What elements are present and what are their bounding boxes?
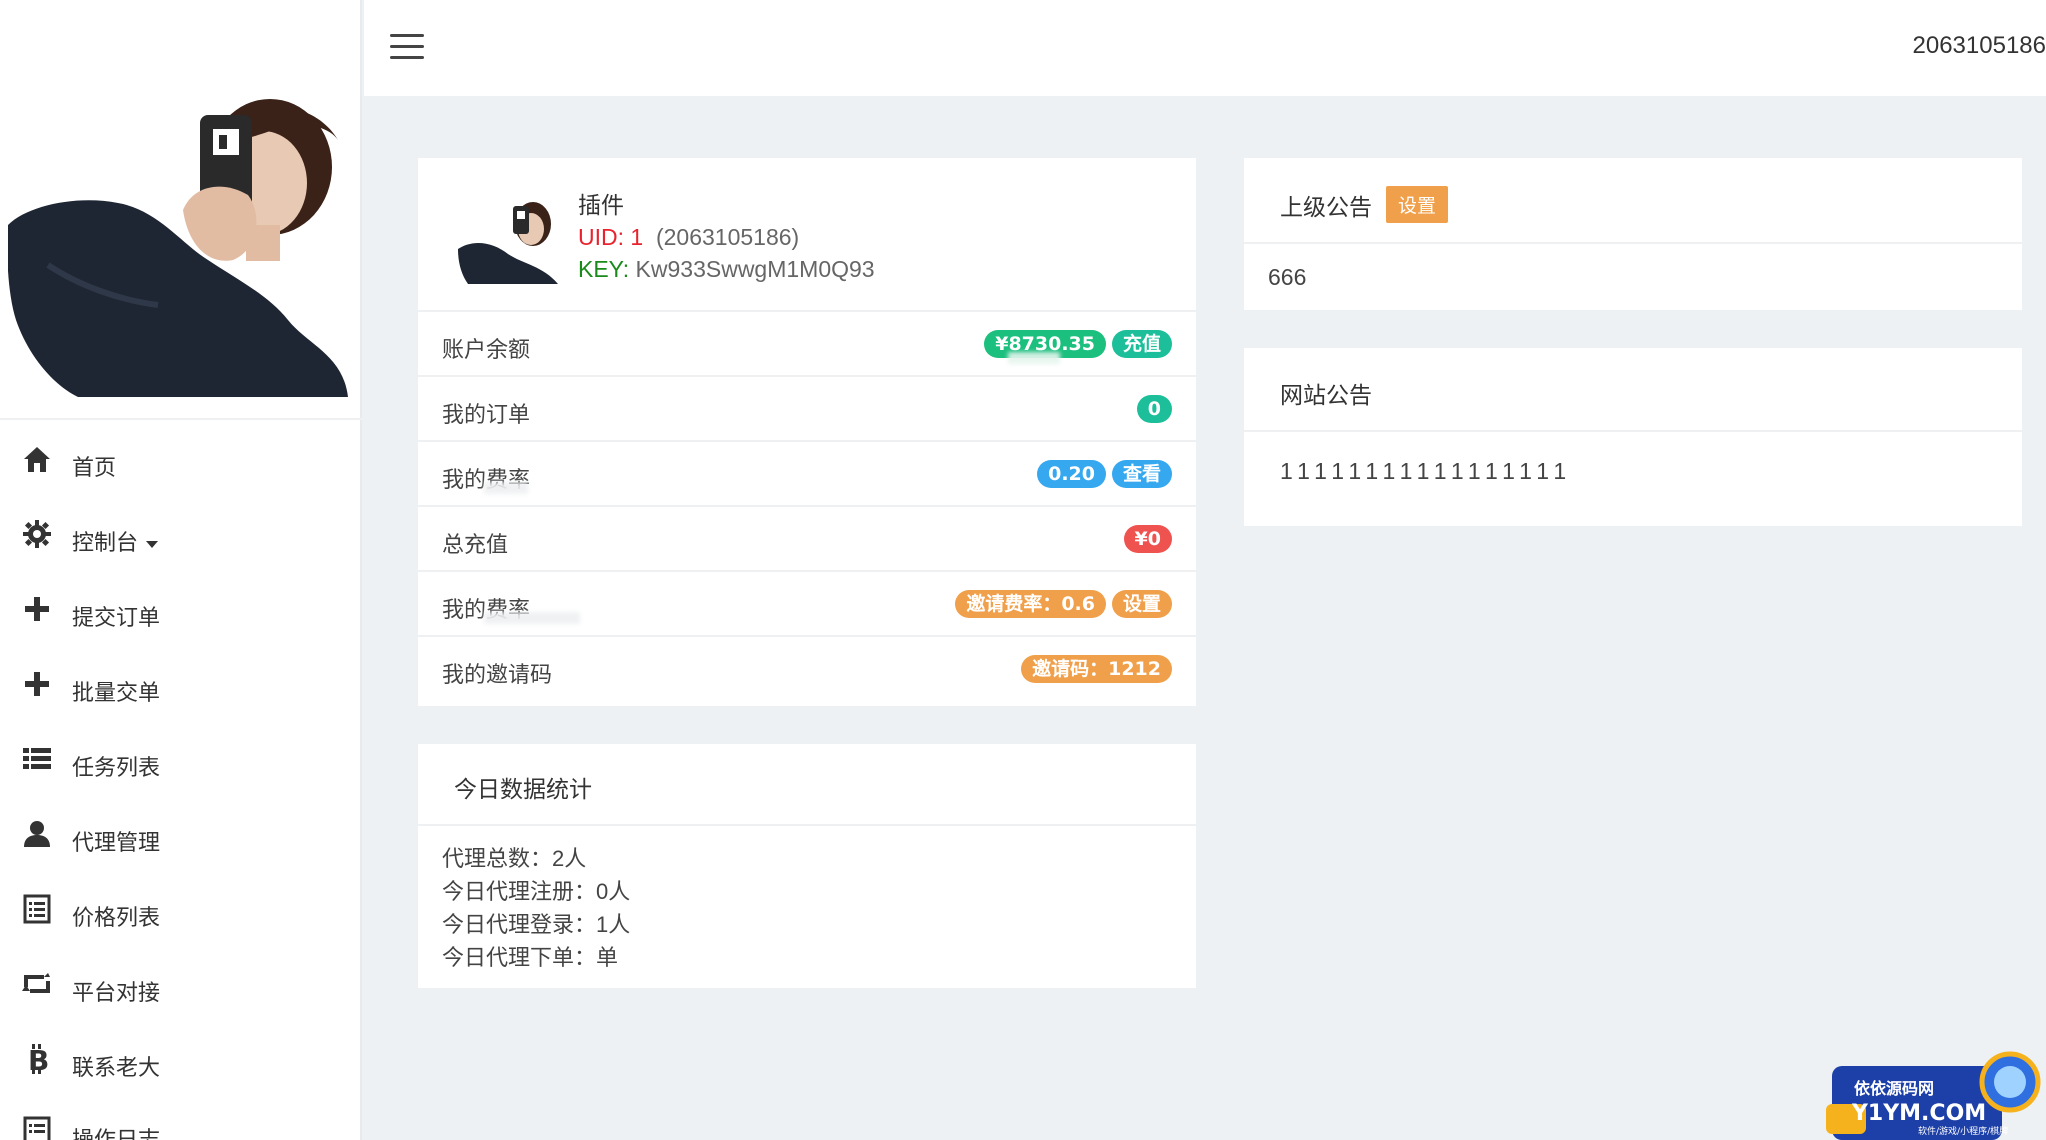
account-title: 插件	[578, 192, 624, 218]
list-icon	[23, 748, 51, 769]
svg-text:依依源码网: 依依源码网	[1854, 1079, 1934, 1098]
account-header: 插件 UID: 1 (2063105186) KEY: Kw933SwwgM1M…	[418, 158, 1196, 312]
list-item-orders: 我的订单 0	[418, 377, 1196, 442]
retweet-icon	[22, 973, 50, 993]
account-panel: 插件 UID: 1 (2063105186) KEY: Kw933SwwgM1M…	[418, 158, 1196, 706]
account-key: KEY: Kw933SwwgM1M0Q93	[578, 256, 875, 282]
svg-text:Y1YM.COM: Y1YM.COM	[1851, 1101, 1986, 1126]
sidebar-item-label: 提交订单	[72, 605, 161, 630]
invite-code-badge: 邀请码：1212	[1021, 655, 1172, 683]
panel-title: 今日数据统计	[454, 776, 592, 802]
sidebar-item-label: 首页	[72, 455, 117, 480]
recharge-button[interactable]: 充值	[1111, 330, 1172, 358]
bitcoin-icon: B	[28, 1044, 49, 1076]
user-menu[interactable]: 2063105186	[1913, 32, 2046, 60]
list-item-rate: 我的费率 0.20 查看	[418, 442, 1196, 507]
gear-icon	[23, 520, 51, 548]
document-list-icon	[23, 1116, 51, 1140]
today-stats-list: 代理总数：2人 今日代理注册：0人 今日代理登录：1人 今日代理下单：单	[442, 842, 630, 974]
sidebar-item-task-list[interactable]: 任务列表	[0, 730, 360, 790]
sidebar-item-label: 操作日志	[72, 1127, 161, 1140]
sidebar-item-platform-docking[interactable]: 平台对接	[0, 955, 360, 1015]
sidebar-item-label: 任务列表	[72, 755, 161, 780]
row-label: 账户余额	[442, 337, 531, 362]
account-uid: UID: 1 (2063105186)	[578, 224, 800, 250]
notice-settings-button[interactable]: 设置	[1386, 186, 1449, 223]
site-notice-panel: 网站公告 11111111111111111	[1244, 348, 2022, 526]
sidebar-item-label: 控制台	[72, 525, 159, 557]
sidebar-item-console[interactable]: 控制台	[0, 505, 360, 565]
row-label: 我的订单	[442, 402, 531, 427]
svg-text:软件/游戏/小程序/棋牌: 软件/游戏/小程序/棋牌	[1918, 1125, 2008, 1137]
invite-rate-badge: 邀请费率：0.6	[955, 590, 1106, 618]
stat-line: 今日代理下单：单	[442, 945, 619, 970]
notice-content: 666	[1268, 264, 1307, 290]
list-item-balance: 账户余额 ¥8730.35 充值	[418, 312, 1196, 377]
set-invite-rate-button[interactable]: 设置	[1111, 590, 1172, 618]
sidebar-item-label: 联系老大	[72, 1055, 161, 1080]
list-item-invite-code: 我的邀请码 邀请码：1212	[418, 637, 1196, 702]
sidebar-item-submit-order[interactable]: 提交订单	[0, 580, 360, 640]
home-icon	[24, 447, 50, 472]
sidebar-avatar	[0, 0, 362, 420]
sidebar-item-home[interactable]: 首页	[0, 430, 360, 490]
stat-line: 代理总数：2人	[442, 846, 587, 871]
row-label: 我的邀请码	[442, 662, 553, 687]
rate-badge: 0.20	[1037, 460, 1106, 488]
sidebar-item-label: 价格列表	[72, 905, 161, 930]
stat-line: 今日代理登录：1人	[442, 912, 631, 937]
plus-icon	[25, 597, 49, 621]
stat-line: 今日代理注册：0人	[442, 879, 631, 904]
document-list-icon	[23, 894, 51, 924]
plus-icon	[25, 672, 49, 696]
user-icon	[24, 821, 50, 847]
list-item-total-recharge: 总充值 ¥0	[418, 507, 1196, 572]
sidebar-item-batch-order[interactable]: 批量交单	[0, 655, 360, 715]
watermark-logo: 依依源码网 Y1YM.COM 软件/游戏/小程序/棋牌	[1826, 1051, 2041, 1140]
sidebar-item-operation-log[interactable]: 操作日志	[0, 1102, 360, 1140]
avatar-image	[8, 99, 348, 397]
row-label: 总充值	[442, 532, 509, 557]
total-recharge-badge: ¥0	[1123, 525, 1172, 553]
superior-notice-panel: 上级公告 设置 666	[1244, 158, 2022, 310]
sidebar-item-label: 批量交单	[72, 680, 161, 705]
top-navbar: 2063105186	[364, 0, 2046, 96]
sidebar: 首页 控制台 提交订单 批量交单 任务列表 代理管理 价格列表 平台对接 B 联…	[0, 0, 362, 1140]
sidebar-item-label: 平台对接	[72, 980, 161, 1005]
caret-down-icon	[146, 540, 159, 548]
orders-count-badge: 0	[1136, 395, 1172, 423]
view-rate-button[interactable]: 查看	[1111, 460, 1172, 488]
sidebar-item-contact[interactable]: B 联系老大	[0, 1030, 360, 1090]
site-notice-content: 11111111111111111	[1280, 458, 1573, 484]
menu-toggle-icon[interactable]	[390, 34, 424, 60]
sidebar-item-label: 代理管理	[72, 830, 161, 855]
sidebar-item-agent-management[interactable]: 代理管理	[0, 805, 360, 865]
today-stats-panel: 今日数据统计 代理总数：2人 今日代理注册：0人 今日代理登录：1人 今日代理下…	[418, 744, 1196, 988]
list-item-invite-rate: 我的费率 邀请费率：0.6 设置	[418, 572, 1196, 637]
panel-title: 网站公告	[1280, 382, 1372, 408]
panel-title: 上级公告 设置	[1280, 186, 1449, 223]
sidebar-item-price-list[interactable]: 价格列表	[0, 880, 360, 940]
avatar-thumbnail	[458, 202, 558, 284]
